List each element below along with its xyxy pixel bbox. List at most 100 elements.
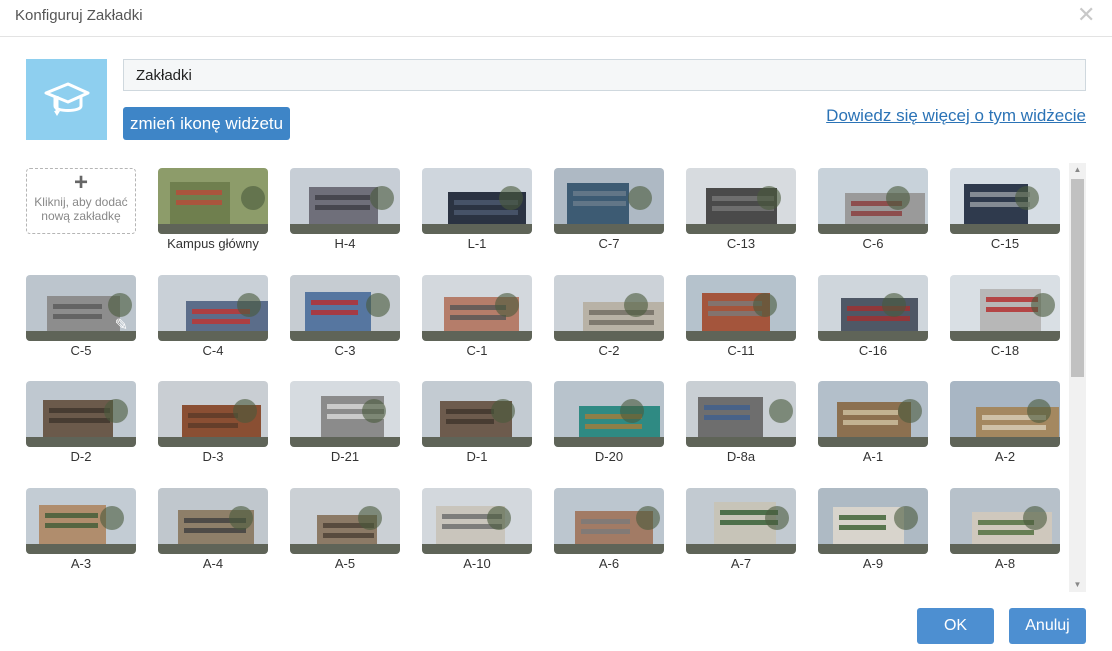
bookmark-tile-label: A-4 [202,556,224,571]
bookmark-tile-label: Kampus główny [167,236,259,251]
bookmark-tile[interactable]: C-15 [950,168,1060,252]
building-photo-image [818,381,928,447]
bookmark-thumbnail[interactable] [818,275,928,341]
bookmark-thumbnail[interactable] [554,381,664,447]
bookmark-tile[interactable]: Kampus główny [158,168,268,252]
add-bookmark-text-line2: nową zakładkę [41,209,121,223]
building-photo-image [290,381,400,447]
bookmark-thumbnail[interactable] [686,488,796,554]
change-icon-button[interactable]: zmień ikonę widżetu [123,107,291,140]
bookmark-thumbnail[interactable] [290,168,400,234]
edit-pencil-icon[interactable]: ✎ [115,315,128,335]
bookmark-tile[interactable]: A-1 [818,381,928,465]
bookmark-tile[interactable]: A-8 [950,488,1060,572]
building-photo-image [818,275,928,341]
bookmark-tile[interactable]: C-1 [422,275,532,359]
bookmark-tile[interactable]: L-1 [422,168,532,252]
bookmark-thumbnail[interactable] [290,275,400,341]
bookmark-tile-label: C-6 [862,236,884,251]
bookmark-thumbnail[interactable] [818,381,928,447]
building-photo-image [26,488,136,554]
bookmark-thumbnail[interactable] [950,168,1060,234]
close-icon[interactable]: ✕ [1077,2,1095,28]
bookmark-tile[interactable]: C-11 [686,275,796,359]
bookmark-tile[interactable]: A-6 [554,488,664,572]
bookmark-thumbnail[interactable] [290,381,400,447]
bookmark-tile-label: D-8a [726,449,756,464]
building-photo-image [818,488,928,554]
bookmark-thumbnail[interactable] [554,168,664,234]
bookmark-thumbnail[interactable] [26,488,136,554]
bookmark-thumbnail[interactable] [158,488,268,554]
bookmark-tile[interactable]: D-2 [26,381,136,465]
building-photo-image [422,488,532,554]
building-photo-image [158,168,268,234]
bookmark-thumbnail[interactable] [554,275,664,341]
bookmark-thumbnail[interactable] [422,168,532,234]
bookmark-tile[interactable]: C-6 [818,168,928,252]
add-bookmark-tile[interactable]: + Kliknij, aby dodać nową zakładkę [26,168,136,234]
bookmark-thumbnail[interactable] [158,168,268,234]
bookmark-tile[interactable]: D-1 [422,381,532,465]
bookmark-tile-label: D-21 [330,449,360,464]
bookmark-thumbnail[interactable] [158,381,268,447]
bookmark-tile[interactable]: A-9 [818,488,928,572]
scroll-up-arrow-icon[interactable]: ▲ [1069,163,1086,177]
bookmark-tile[interactable]: A-2 [950,381,1060,465]
bookmark-tile[interactable]: C-16 [818,275,928,359]
bookmark-thumbnail[interactable] [950,488,1060,554]
building-photo-image [554,168,664,234]
bookmark-tile-label: L-1 [467,236,487,251]
learn-more-link[interactable]: Dowiedz się więcej o tym widżecie [826,106,1086,126]
scroll-down-arrow-icon[interactable]: ▼ [1069,578,1086,592]
bookmark-tile[interactable]: H-4 [290,168,400,252]
building-photo-image [818,168,928,234]
building-photo-image [950,168,1060,234]
bookmark-tile[interactable]: A-10 [422,488,532,572]
building-photo-image [554,381,664,447]
bookmark-tile[interactable]: A-4 [158,488,268,572]
bookmark-thumbnail[interactable] [950,275,1060,341]
bookmark-tile[interactable]: C-2 [554,275,664,359]
bookmark-tile-label: C-11 [727,343,755,358]
bookmark-tile[interactable]: C-13 [686,168,796,252]
bookmark-tile[interactable]: C-18 [950,275,1060,359]
bookmark-thumbnail[interactable] [422,488,532,554]
bookmark-thumbnail[interactable] [422,381,532,447]
bookmark-tile[interactable]: D-3 [158,381,268,465]
widget-name-input[interactable] [123,59,1086,91]
bookmark-thumbnail[interactable] [686,381,796,447]
bookmark-tile[interactable]: D-20 [554,381,664,465]
bookmark-thumbnail[interactable] [686,168,796,234]
bookmark-thumbnail[interactable] [422,275,532,341]
bookmark-thumbnail[interactable] [158,275,268,341]
bookmark-tile-label: A-9 [862,556,884,571]
bookmark-thumbnail[interactable] [554,488,664,554]
bookmark-thumbnail[interactable] [950,381,1060,447]
bookmark-tile-label: C-7 [598,236,620,251]
bookmark-tile[interactable]: C-7 [554,168,664,252]
building-photo-image [686,488,796,554]
bookmark-thumbnail[interactable] [818,488,928,554]
bookmark-tile[interactable]: ✎ C-5 [26,275,136,359]
bookmark-tile-label: A-6 [598,556,620,571]
widget-icon-preview[interactable] [26,59,107,140]
grid-scrollbar[interactable]: ▲ ▼ [1069,163,1086,592]
bookmark-thumbnail[interactable] [290,488,400,554]
scrollbar-thumb[interactable] [1071,179,1084,377]
graduation-cap-icon [44,82,90,116]
bookmark-thumbnail[interactable] [818,168,928,234]
cancel-button[interactable]: Anuluj [1009,608,1086,644]
bookmark-tile-label: A-8 [994,556,1016,571]
bookmark-thumbnail[interactable]: ✎ [26,275,136,341]
bookmark-tile[interactable]: C-3 [290,275,400,359]
bookmark-tile[interactable]: C-4 [158,275,268,359]
bookmark-tile[interactable]: A-5 [290,488,400,572]
bookmark-tile[interactable]: A-3 [26,488,136,572]
ok-button[interactable]: OK [917,608,994,644]
bookmark-tile[interactable]: D-8a [686,381,796,465]
bookmark-tile[interactable]: D-21 [290,381,400,465]
bookmark-tile[interactable]: A-7 [686,488,796,572]
bookmark-thumbnail[interactable] [686,275,796,341]
bookmark-thumbnail[interactable] [26,381,136,447]
